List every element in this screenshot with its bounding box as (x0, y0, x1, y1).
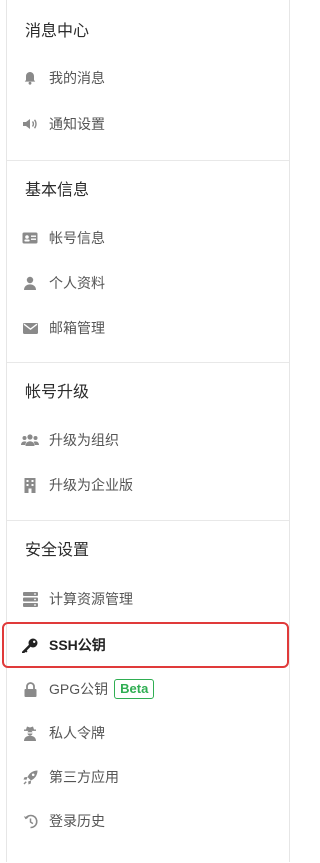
section-title: 消息中心 (25, 23, 90, 40)
envelope-icon (21, 319, 39, 337)
beta-badge: Beta (114, 679, 155, 699)
lock-icon (21, 680, 39, 698)
sidebar-item-label: 通知设置 (49, 116, 105, 132)
sidebar-item-gpg-keys[interactable]: GPG公钥 Beta (21, 669, 281, 709)
section-security-settings: 安全设置 计算资源管理 SSH公钥 GPG公钥 Beta 私人令牌 第三方应用 … (7, 520, 289, 863)
section-title: 安全设置 (25, 542, 90, 559)
section-message-center: 消息中心 我的消息 通知设置 (7, 0, 289, 160)
sidebar-item-label: 帐号信息 (49, 230, 105, 246)
bell-icon (21, 69, 39, 87)
user-secret-icon (21, 724, 39, 742)
sidebar-item-ssh-keys[interactable]: SSH公钥 (21, 625, 281, 665)
sidebar-item-label: 升级为组织 (49, 432, 119, 448)
sidebar-item-compute-resources[interactable]: 计算资源管理 (21, 579, 281, 619)
sidebar-item-label: 第三方应用 (49, 769, 119, 785)
section-title: 基本信息 (25, 182, 90, 199)
user-icon (21, 274, 39, 292)
rocket-icon (21, 768, 39, 786)
server-icon (21, 590, 39, 608)
key-icon (21, 636, 39, 654)
building-icon (21, 476, 39, 494)
settings-sidebar: 消息中心 我的消息 通知设置 基本信息 帐号信息 个人资料 邮箱管理 帐号升级 … (6, 0, 290, 862)
sidebar-item-third-party-apps[interactable]: 第三方应用 (21, 757, 281, 797)
sidebar-item-account-info[interactable]: 帐号信息 (21, 218, 281, 258)
sidebar-item-notification-settings[interactable]: 通知设置 (21, 104, 281, 144)
speaker-icon (21, 115, 39, 133)
sidebar-item-my-messages[interactable]: 我的消息 (21, 58, 281, 98)
sidebar-item-label: GPG公钥 (49, 681, 109, 697)
section-basic-info: 基本信息 帐号信息 个人资料 邮箱管理 (7, 160, 289, 363)
sidebar-item-label: 计算资源管理 (49, 591, 133, 607)
users-icon (21, 431, 39, 449)
id-card-icon (21, 229, 39, 247)
sidebar-item-upgrade-enterprise[interactable]: 升级为企业版 (21, 465, 281, 505)
sidebar-item-personal-tokens[interactable]: 私人令牌 (21, 713, 281, 753)
section-account-upgrade: 帐号升级 升级为组织 升级为企业版 (7, 362, 289, 521)
sidebar-item-label: 个人资料 (49, 275, 105, 291)
sidebar-item-label: 我的消息 (49, 70, 105, 86)
sidebar-item-label: 私人令牌 (49, 725, 105, 741)
sidebar-item-profile[interactable]: 个人资料 (21, 263, 281, 303)
sidebar-item-upgrade-organization[interactable]: 升级为组织 (21, 420, 281, 460)
sidebar-item-email-management[interactable]: 邮箱管理 (21, 308, 281, 348)
sidebar-item-label: SSH公钥 (49, 637, 106, 653)
sidebar-item-label: 登录历史 (49, 813, 105, 829)
history-icon (21, 812, 39, 830)
sidebar-item-label: 升级为企业版 (49, 477, 133, 493)
section-title: 帐号升级 (25, 384, 90, 401)
sidebar-item-login-history[interactable]: 登录历史 (21, 801, 281, 841)
sidebar-item-label: 邮箱管理 (49, 320, 105, 336)
